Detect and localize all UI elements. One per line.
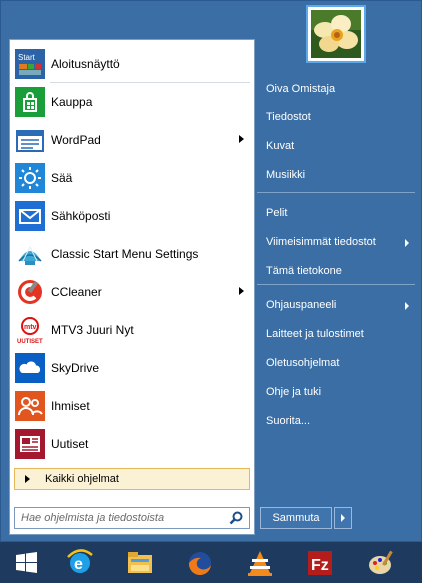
place-item[interactable]: Tämä tietokone — [257, 261, 417, 283]
taskbar: e Fz — [0, 542, 422, 583]
news-icon — [15, 429, 45, 459]
program-label: Sää — [51, 171, 73, 185]
flower-photo-icon — [311, 10, 361, 58]
program-item[interactable]: Start Aloitusnäyttö — [10, 46, 254, 82]
place-label: Musiikki — [266, 169, 306, 181]
program-item[interactable]: Sää — [10, 160, 254, 196]
svg-text:e: e — [74, 556, 83, 573]
program-item[interactable]: mtv UUTISET MTV3 Juuri Nyt — [10, 312, 254, 348]
place-label: Viimeisimmät tiedostot — [266, 236, 376, 248]
program-item[interactable]: Ihmiset — [10, 388, 254, 424]
submenu-arrow-icon — [405, 302, 409, 310]
mail-icon — [15, 201, 45, 231]
place-item[interactable]: Oletusohjelmat — [257, 353, 417, 375]
program-label: CCleaner — [51, 285, 102, 299]
people-icon — [15, 391, 45, 421]
paint-icon[interactable] — [358, 545, 402, 581]
place-item[interactable]: Kuvat — [257, 136, 417, 158]
user-picture[interactable] — [306, 5, 366, 63]
skydrive-icon — [15, 353, 45, 383]
program-item[interactable]: Sähköposti — [10, 198, 254, 234]
place-item[interactable]: Tiedostot — [257, 107, 417, 129]
place-label: Oiva Omistaja — [266, 83, 336, 95]
search-icon[interactable] — [229, 511, 243, 525]
file-explorer-icon[interactable] — [118, 545, 162, 581]
svg-text:mtv: mtv — [24, 324, 37, 331]
filezilla-icon[interactable]: Fz — [298, 545, 342, 581]
program-label: MTV3 Juuri Nyt — [51, 323, 134, 337]
program-label: Aloitusnäyttö — [51, 57, 120, 71]
shutdown-button[interactable]: Sammuta — [260, 507, 332, 529]
place-label: Tämä tietokone — [266, 265, 342, 277]
place-item[interactable]: Suorita... — [257, 411, 417, 433]
svg-text:Fz: Fz — [311, 557, 329, 574]
place-label: Tiedostot — [266, 111, 311, 123]
place-label: Kuvat — [266, 140, 295, 152]
place-label: Laitteet ja tulostimet — [266, 328, 364, 340]
separator — [257, 192, 415, 193]
program-item[interactable]: CCleaner — [10, 274, 254, 310]
place-label: Ohje ja tuki — [266, 386, 322, 398]
program-label: WordPad — [51, 133, 101, 147]
place-item[interactable]: Viimeisimmät tiedostot — [257, 232, 417, 254]
submenu-arrow-icon — [239, 135, 244, 143]
search-box[interactable] — [14, 507, 250, 529]
svg-text:UUTISET: UUTISET — [17, 339, 43, 345]
place-item[interactable]: Pelit — [257, 203, 417, 225]
program-label: Kauppa — [51, 95, 93, 109]
vlc-icon[interactable] — [238, 545, 282, 581]
programs-panel: Start Aloitusnäyttö Kauppa WordPad Sää Sähköp… — [9, 39, 255, 535]
program-item[interactable]: Classic Start Menu Settings — [10, 236, 254, 272]
start-button-icon[interactable] — [4, 545, 48, 581]
internet-explorer-icon[interactable]: e — [58, 545, 102, 581]
search-input[interactable] — [21, 510, 221, 526]
place-item[interactable]: Ohje ja tuki — [257, 382, 417, 404]
shutdown-control: Sammuta — [260, 507, 352, 529]
place-item[interactable]: Oiva Omistaja — [257, 79, 417, 101]
place-label: Suorita... — [266, 415, 311, 427]
classic-shell-icon — [15, 239, 45, 269]
start-menu: Start Aloitusnäyttö Kauppa WordPad Sää Sähköp… — [0, 0, 422, 542]
wordpad-icon — [15, 125, 45, 155]
program-label: Classic Start Menu Settings — [51, 247, 199, 261]
ccleaner-icon — [15, 277, 45, 307]
separator — [257, 284, 415, 285]
program-label: Sähköposti — [51, 209, 111, 223]
submenu-arrow-icon — [239, 287, 244, 295]
expand-arrow-icon — [25, 475, 30, 483]
place-label: Oletusohjelmat — [266, 357, 340, 369]
place-label: Ohjauspaneeli — [266, 299, 337, 311]
firefox-icon[interactable] — [178, 545, 222, 581]
program-item[interactable]: Kauppa — [10, 84, 254, 120]
chevron-right-icon — [341, 514, 345, 522]
weather-icon — [15, 163, 45, 193]
svg-text:Start: Start — [18, 53, 36, 62]
separator — [50, 82, 250, 83]
place-label: Pelit — [266, 207, 288, 219]
program-item[interactable]: WordPad — [10, 122, 254, 158]
program-label: SkyDrive — [51, 361, 100, 375]
program-item[interactable]: Uutiset — [10, 426, 254, 462]
all-programs-button[interactable]: Kaikki ohjelmat — [14, 468, 250, 490]
shutdown-options-button[interactable] — [334, 507, 352, 529]
program-label: Ihmiset — [51, 399, 90, 413]
place-item[interactable]: Musiikki — [257, 165, 417, 187]
store-icon — [15, 87, 45, 117]
start-screen-icon: Start — [15, 49, 45, 79]
all-programs-label: Kaikki ohjelmat — [45, 473, 119, 485]
mtv3-icon: mtv UUTISET — [15, 315, 45, 345]
program-item[interactable]: SkyDrive — [10, 350, 254, 386]
place-item[interactable]: Ohjauspaneeli — [257, 295, 417, 317]
place-item[interactable]: Laitteet ja tulostimet — [257, 324, 417, 346]
program-label: Uutiset — [51, 437, 89, 451]
submenu-arrow-icon — [405, 239, 409, 247]
